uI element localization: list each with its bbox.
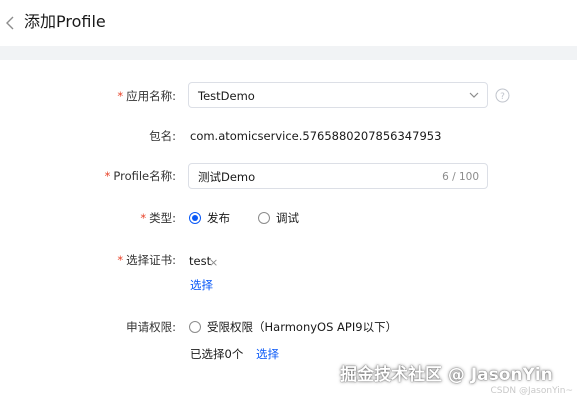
- radio-release-label[interactable]: 发布: [207, 210, 230, 226]
- page-header: 添加Profile: [0, 0, 577, 46]
- selected-count: 已选择0个: [190, 347, 244, 361]
- permissions-label: 申请权限:: [126, 320, 176, 334]
- watermark-small: CSDN @JasonYin~: [490, 386, 573, 396]
- certificate-label: * 选择证书:: [117, 253, 176, 267]
- radio-debug-label[interactable]: 调试: [276, 210, 299, 226]
- form-panel: [0, 60, 577, 399]
- select-certificate-link[interactable]: 选择: [190, 277, 213, 293]
- profile-name-label: * Profile名称:: [104, 169, 176, 183]
- back-arrow-icon[interactable]: [4, 14, 16, 32]
- package-label: 包名:: [149, 129, 176, 143]
- select-permission-link[interactable]: 选择: [256, 346, 279, 362]
- remove-certificate-icon[interactable]: ×: [209, 255, 218, 271]
- radio-debug[interactable]: [258, 212, 270, 224]
- app-name-selected-value: TestDemo: [198, 89, 255, 103]
- type-label: * 类型:: [140, 211, 176, 225]
- permission-checkbox[interactable]: [189, 321, 201, 333]
- restricted-permission-label[interactable]: 受限权限（HarmonyOS API9以下）: [207, 319, 397, 335]
- svg-text:?: ?: [500, 92, 505, 102]
- radio-release[interactable]: [189, 212, 201, 224]
- profile-name-value: 测试Demo: [198, 170, 256, 184]
- watermark: 掘金技术社区 @ JasonYin: [340, 365, 553, 385]
- chevron-down-icon: [469, 92, 479, 98]
- certificate-tag: test: [189, 254, 212, 268]
- page-title: 添加Profile: [24, 12, 106, 31]
- required-mark: *: [104, 169, 111, 183]
- package-value: com.atomicservice.5765880207856347953: [190, 129, 442, 143]
- required-mark: *: [117, 89, 124, 103]
- profile-name-input[interactable]: 测试Demo 6 / 100: [188, 163, 488, 189]
- app-name-select[interactable]: TestDemo: [188, 82, 488, 108]
- help-icon[interactable]: ?: [495, 88, 510, 103]
- required-mark: *: [117, 253, 124, 267]
- required-mark: *: [140, 211, 147, 225]
- app-name-label: * 应用名称:: [117, 89, 176, 103]
- char-counter: 6 / 100: [442, 171, 479, 183]
